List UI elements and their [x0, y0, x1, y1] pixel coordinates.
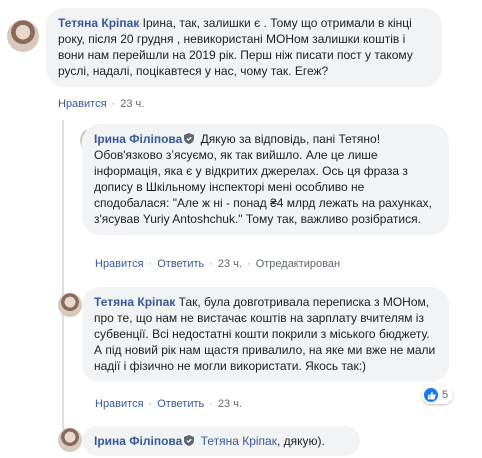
comment-bubble: Ірина Філіпова Дякую за відповідь, пані …	[82, 124, 449, 235]
separator-dot: ·	[148, 258, 153, 270]
reply-button[interactable]: Ответить	[157, 398, 204, 410]
like-button[interactable]: Нравится	[58, 98, 107, 110]
separator-dot: ·	[247, 258, 251, 270]
thread-line	[62, 120, 64, 450]
thumbs-up-icon	[424, 388, 438, 402]
comment-actions: Нравится · Ответить · 23 ч. · Отредактирован	[95, 257, 340, 271]
comment-bubble: Тетяна Кріпак Так, була довготривала пер…	[82, 287, 449, 382]
comment-time[interactable]: 23 ч.	[218, 258, 242, 270]
reactions-badge[interactable]: 5	[422, 386, 454, 404]
comment-text: Дякую за відповідь, пані Тетяно! Обов'яз…	[94, 132, 432, 226]
shield-icon	[184, 435, 195, 446]
reply-button[interactable]: Ответить	[157, 258, 204, 270]
comment-time[interactable]: 23 ч.	[120, 98, 144, 110]
comment-actions: Нравится · 23 ч.	[58, 97, 144, 111]
mention-link[interactable]: Тетяна Кріпак	[201, 434, 277, 448]
like-button[interactable]: Нравится	[95, 258, 144, 270]
separator-dot: ·	[148, 398, 153, 410]
comment-bubble: Ірина Філіпова Тетяна Кріпак, дякую).	[82, 426, 360, 456]
comment-author[interactable]: Ірина Філіпова	[94, 132, 182, 146]
comment-time[interactable]: 23 ч.	[218, 398, 242, 410]
shield-icon	[184, 133, 195, 144]
comment-author[interactable]: Тетяна Кріпак	[58, 16, 139, 30]
comment-author[interactable]: Тетяна Кріпак	[94, 295, 175, 309]
separator-dot: ·	[209, 258, 213, 270]
avatar[interactable]	[7, 20, 39, 52]
edited-label[interactable]: Отредактирован	[256, 258, 340, 270]
avatar[interactable]	[58, 293, 82, 317]
separator-dot: ·	[209, 398, 213, 410]
separator-dot: ·	[111, 98, 116, 110]
reactions-count: 5	[442, 389, 449, 401]
comment-author[interactable]: Ірина Філіпова	[94, 434, 182, 448]
avatar[interactable]	[58, 428, 82, 452]
comment-bubble: Тетяна Кріпак Ірина, так, залишки є . То…	[46, 8, 442, 87]
comment-actions: Нравится · Ответить · 23 ч.	[95, 397, 242, 411]
comment-text: , дякую).	[276, 434, 325, 448]
like-button[interactable]: Нравится	[95, 398, 144, 410]
